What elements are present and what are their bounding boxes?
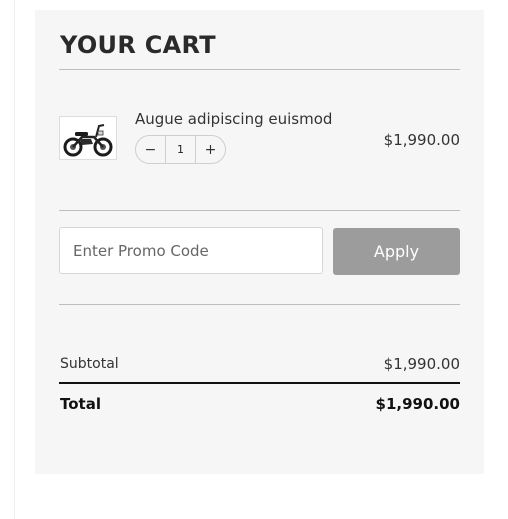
product-image[interactable] bbox=[59, 116, 117, 160]
e-bike-icon bbox=[63, 124, 113, 157]
quantity-stepper: − 1 + bbox=[135, 135, 226, 164]
increase-quantity-button[interactable]: + bbox=[196, 136, 225, 163]
subtotal-value: $1,990.00 bbox=[383, 355, 460, 373]
product-name[interactable]: Augue adipiscing euismod bbox=[135, 110, 332, 128]
total-value: $1,990.00 bbox=[375, 395, 460, 413]
minus-icon: − bbox=[144, 141, 157, 158]
total-divider bbox=[59, 382, 460, 384]
items-divider bbox=[59, 210, 460, 211]
quantity-value[interactable]: 1 bbox=[165, 136, 196, 163]
decrease-quantity-button[interactable]: − bbox=[136, 136, 165, 163]
promo-divider bbox=[59, 304, 460, 305]
item-price: $1,990.00 bbox=[383, 131, 460, 149]
cart-panel: YOUR CART Augue adipiscing euismod − 1 +… bbox=[35, 10, 484, 474]
apply-promo-button[interactable]: Apply bbox=[333, 228, 460, 275]
subtotal-label: Subtotal bbox=[60, 356, 119, 372]
plus-icon: + bbox=[204, 141, 217, 158]
cart-title: YOUR CART bbox=[60, 31, 216, 59]
title-divider bbox=[59, 69, 460, 70]
promo-code-input[interactable] bbox=[59, 227, 323, 274]
total-label: Total bbox=[60, 395, 101, 413]
page-edge-divider bbox=[14, 0, 15, 519]
